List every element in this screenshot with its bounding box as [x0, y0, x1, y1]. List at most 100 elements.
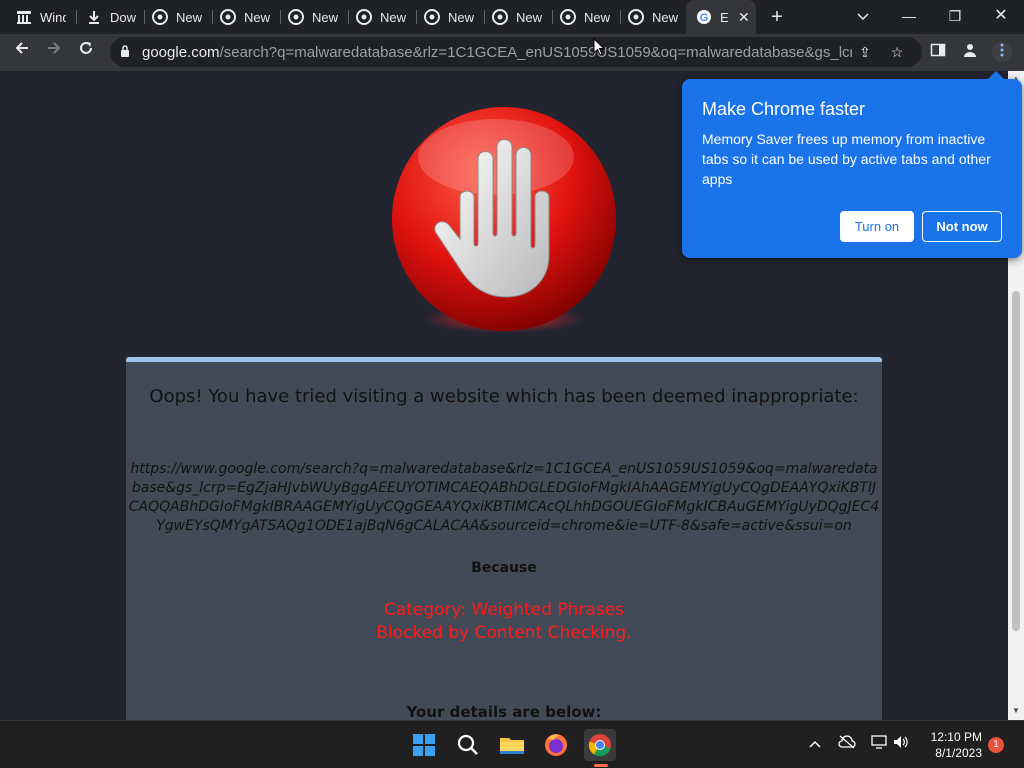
clock-time: 12:10 PM — [930, 730, 982, 744]
speaker-icon — [894, 736, 908, 748]
not-now-button[interactable]: Not now — [922, 211, 1002, 242]
download-icon — [89, 11, 99, 24]
tab-new-8[interactable]: New — [612, 0, 680, 34]
chrome-icon — [492, 9, 508, 25]
block-message-card: Oops! You have tried visiting a website … — [126, 357, 882, 720]
chrome-icon — [152, 9, 168, 25]
browser-toolbar: google.com/search?q=malwaredatabase&rlz=… — [0, 34, 1024, 71]
tab-label: New — [176, 9, 202, 25]
tab-new-3[interactable]: New — [272, 0, 340, 34]
tab-search-button[interactable] — [840, 0, 886, 34]
scroll-thumb[interactable] — [1012, 291, 1020, 631]
firefox-button[interactable] — [540, 729, 572, 761]
chevron-up-icon — [809, 740, 821, 748]
chrome-icon — [560, 9, 576, 25]
share-icon[interactable]: ⇪ — [856, 43, 874, 61]
window-close-button[interactable]: ✕ — [978, 0, 1024, 34]
tab-label: New — [244, 9, 270, 25]
tab-label: New — [516, 9, 542, 25]
tab-label: New — [312, 9, 338, 25]
chrome-icon — [220, 9, 236, 25]
forward-button[interactable] — [42, 40, 66, 64]
three-dots-icon — [1000, 43, 1004, 57]
cloud-offline-icon[interactable] — [838, 735, 856, 753]
popup-pointer — [988, 71, 1004, 79]
reload-button[interactable] — [74, 40, 98, 64]
url-path: /search?q=malwaredatabase&rlz=1C1GCEA_en… — [219, 44, 852, 61]
side-panel-icon[interactable] — [928, 42, 948, 62]
tab-new-5[interactable]: New — [408, 0, 476, 34]
file-explorer-button[interactable] — [496, 729, 528, 761]
volume-icon[interactable] — [892, 735, 910, 753]
popup-title: Make Chrome faster — [702, 99, 866, 119]
tab-label: New — [584, 9, 610, 25]
address-bar[interactable]: google.com/search?q=malwaredatabase&rlz=… — [110, 37, 922, 67]
archive-icon — [17, 11, 31, 24]
tab-label: Dowr — [110, 9, 136, 25]
cloud-icon — [838, 735, 856, 749]
search-icon — [457, 734, 478, 755]
block-title: Oops! You have tried visiting a website … — [149, 386, 859, 407]
tab-label: E — [720, 9, 729, 25]
tab-active[interactable]: G E ✕ — [686, 0, 756, 34]
tab-label: New — [448, 9, 474, 25]
google-icon: G — [697, 10, 711, 24]
system-clock[interactable]: 12:10 PM 8/1/2023 — [922, 729, 982, 761]
chrome-taskbar-button[interactable] — [584, 729, 616, 761]
firefox-icon — [545, 734, 567, 756]
tab-downloads[interactable]: Dowr — [70, 0, 146, 34]
chrome-icon — [356, 9, 372, 25]
url-text[interactable]: google.com/search?q=malwaredatabase&rlz=… — [142, 44, 852, 61]
folder-icon — [500, 738, 524, 754]
tab-strip: Wind Dowr New New New New New — [0, 0, 1024, 34]
notification-badge[interactable]: 1 — [988, 737, 1004, 753]
stop-hand-icon — [392, 107, 616, 333]
chrome-app-icon — [588, 734, 611, 757]
tab-wind[interactable]: Wind — [0, 0, 76, 34]
tab-label: New — [652, 9, 678, 25]
block-category: Category: Weighted Phrases — [383, 600, 625, 620]
restore-button[interactable]: ❐ — [932, 0, 978, 34]
chrome-icon — [424, 9, 440, 25]
bookmark-star-icon[interactable]: ☆ — [888, 43, 906, 61]
taskbar: 12:10 PM 8/1/2023 1 — [0, 720, 1024, 768]
chevron-down-icon — [857, 13, 869, 21]
blocked-url: https://www.google.com/search?q=malwared… — [128, 461, 880, 534]
tab-label: Wind — [40, 9, 66, 25]
minimize-button[interactable]: — — [886, 0, 932, 34]
mouse-cursor-icon — [593, 38, 605, 56]
lock-icon[interactable] — [120, 45, 130, 57]
block-reason: Blocked by Content Checking. — [376, 623, 632, 643]
side-panel-glyph — [930, 43, 946, 57]
tray-overflow-chevron-icon[interactable] — [806, 735, 824, 753]
new-tab-button[interactable]: + — [766, 4, 788, 30]
memory-saver-popup: Make Chrome faster Memory Saver frees up… — [682, 71, 1022, 258]
back-arrow-icon — [15, 42, 28, 54]
network-icon[interactable] — [870, 735, 888, 753]
tab-new-1[interactable]: New — [136, 0, 204, 34]
turn-on-button[interactable]: Turn on — [840, 211, 914, 242]
details-heading: Your details are below: — [406, 703, 602, 720]
profile-icon[interactable] — [960, 42, 980, 62]
forward-arrow-icon — [48, 42, 61, 54]
reload-icon — [80, 42, 92, 54]
chrome-icon — [288, 9, 304, 25]
active-app-indicator — [594, 764, 608, 767]
windows-start-button[interactable] — [408, 729, 440, 761]
close-tab-icon[interactable]: ✕ — [738, 9, 750, 26]
tab-new-6[interactable]: New — [476, 0, 544, 34]
person-icon — [964, 44, 976, 57]
back-button[interactable] — [10, 40, 34, 64]
svg-text:G: G — [700, 12, 709, 24]
tab-new-4[interactable]: New — [340, 0, 408, 34]
scroll-down-arrow[interactable]: ▼ — [1011, 707, 1021, 715]
chrome-icon — [628, 9, 644, 25]
tab-new-2[interactable]: New — [204, 0, 272, 34]
menu-kebab-icon[interactable] — [992, 42, 1012, 62]
clock-date: 8/1/2023 — [935, 746, 982, 760]
url-host: google.com — [142, 44, 220, 61]
tab-label: New — [380, 9, 406, 25]
search-button[interactable] — [452, 729, 484, 761]
monitor-network-icon — [871, 735, 887, 749]
tab-new-7[interactable]: New — [544, 0, 612, 34]
